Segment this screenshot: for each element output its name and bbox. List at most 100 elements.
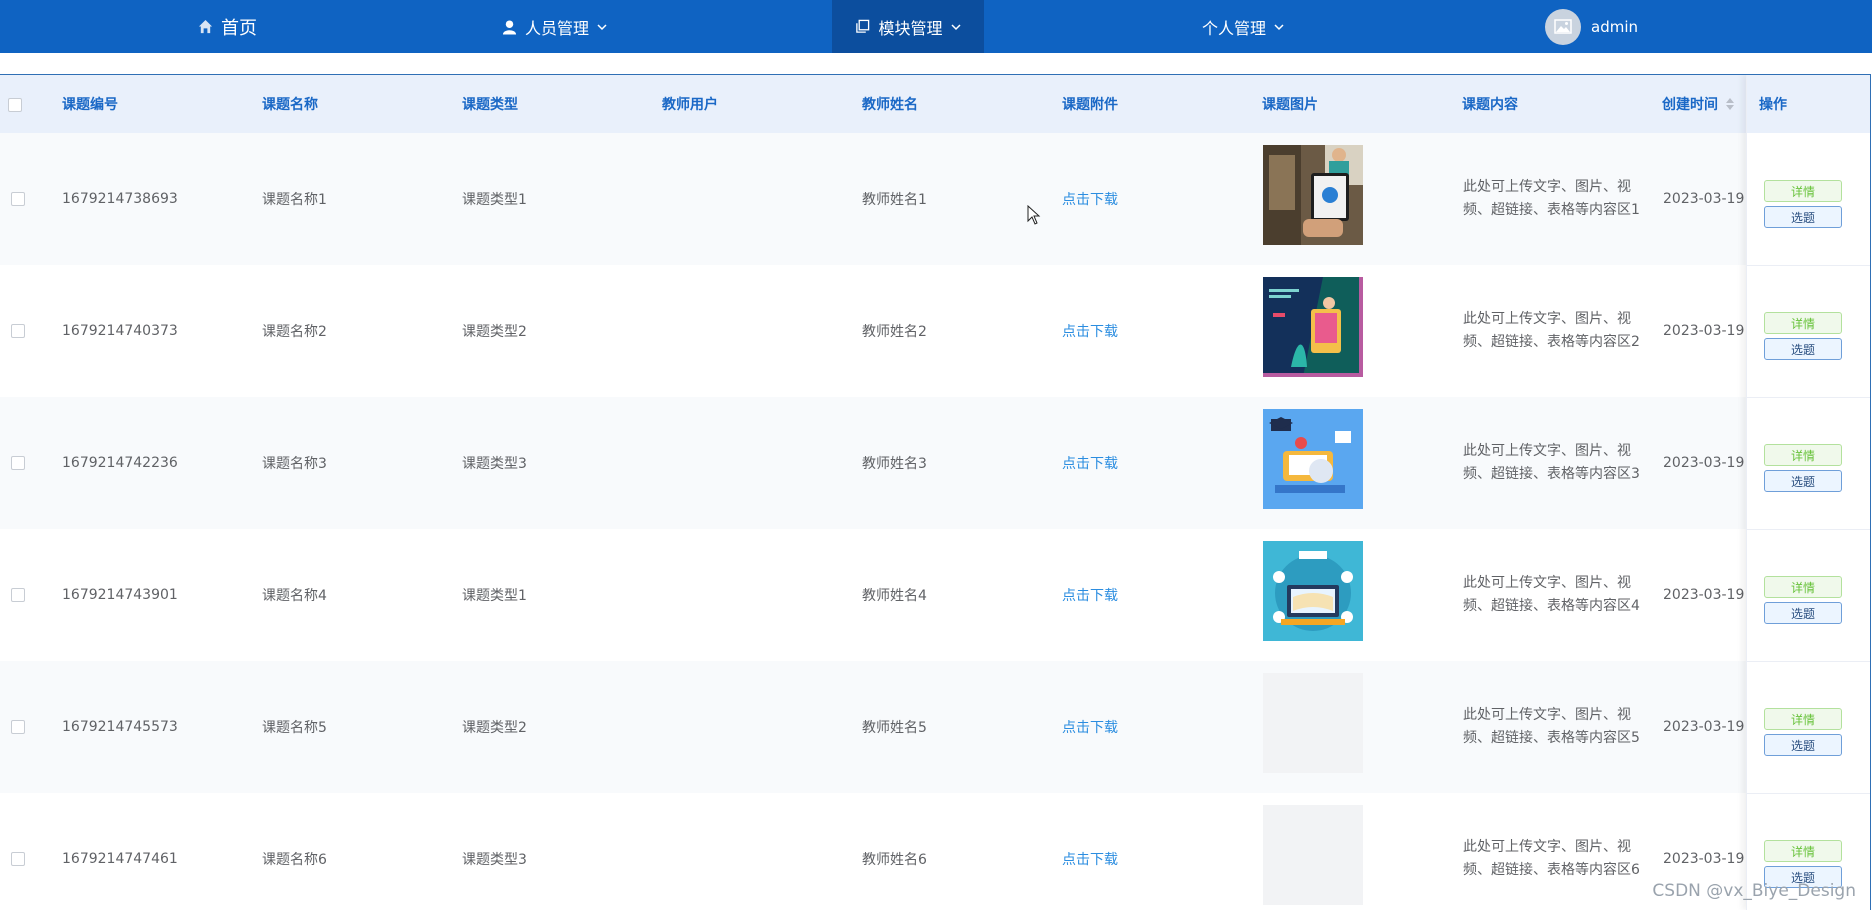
cell-id: 1679214747461 bbox=[62, 851, 178, 867]
avatar bbox=[1545, 8, 1581, 45]
cell-name: 课题名称3 bbox=[262, 456, 327, 472]
nav-personnel-label: 人员管理 bbox=[525, 18, 590, 38]
nav-personnel[interactable]: 人员管理 bbox=[502, 0, 607, 53]
operation-cell: 详情 选题 bbox=[1747, 265, 1870, 398]
cell-content: 此处可上传文字、图片、视频、超链接、表格等内容区2 bbox=[1463, 311, 1640, 350]
cell-name: 课题名称5 bbox=[262, 720, 327, 736]
row-checkbox[interactable] bbox=[11, 852, 25, 866]
nav-user-menu[interactable]: admin bbox=[1545, 0, 1638, 53]
table-row: 1679214747461 课题名称6 课题类型3 教师姓名6 点击下载 此处可… bbox=[0, 793, 1870, 910]
cell-id: 1679214742236 bbox=[62, 455, 178, 471]
operation-cell: 详情 选题 bbox=[1747, 661, 1870, 794]
nav-personal[interactable]: 个人管理 bbox=[1202, 0, 1284, 53]
table-row: 1679214745573 课题名称5 课题类型2 教师姓名5 点击下载 此处可… bbox=[0, 661, 1870, 794]
download-link[interactable]: 点击下载 bbox=[1062, 133, 1118, 265]
image-placeholder-icon bbox=[1554, 19, 1572, 34]
cell-content: 此处可上传文字、图片、视频、超链接、表格等内容区6 bbox=[1463, 839, 1640, 878]
topic-image-placeholder[interactable] bbox=[1263, 673, 1363, 773]
col-image: 课题图片 bbox=[1262, 97, 1318, 113]
cell-created: 2023-03-19 1( bbox=[1663, 587, 1747, 603]
select-topic-button[interactable]: 选题 bbox=[1764, 338, 1842, 360]
nav-personal-label: 个人管理 bbox=[1202, 18, 1267, 38]
cell-type: 课题类型2 bbox=[462, 720, 527, 736]
chevron-down-icon bbox=[597, 23, 607, 30]
col-id: 课题编号 bbox=[62, 97, 118, 113]
cell-name: 课题名称1 bbox=[262, 192, 327, 208]
col-content: 课题内容 bbox=[1462, 97, 1518, 113]
chevron-down-icon bbox=[1274, 23, 1284, 30]
nav-home[interactable]: 首页 bbox=[198, 0, 257, 53]
home-icon bbox=[198, 19, 213, 34]
col-name: 课题名称 bbox=[262, 97, 318, 113]
watermark: CSDN @vx_Biye_Design bbox=[1652, 881, 1856, 901]
username: admin bbox=[1591, 17, 1638, 36]
col-attachment: 课题附件 bbox=[1062, 97, 1118, 113]
col-created-label: 创建时间 bbox=[1662, 97, 1718, 113]
select-all-checkbox[interactable] bbox=[8, 98, 22, 112]
topic-image-illustration bbox=[1263, 541, 1363, 641]
row-checkbox[interactable] bbox=[11, 324, 25, 338]
detail-button[interactable]: 详情 bbox=[1764, 708, 1842, 730]
download-link[interactable]: 点击下载 bbox=[1062, 397, 1118, 529]
download-link[interactable]: 点击下载 bbox=[1062, 793, 1118, 910]
cell-teacher-name: 教师姓名4 bbox=[862, 588, 927, 604]
user-icon bbox=[502, 19, 517, 34]
row-checkbox[interactable] bbox=[11, 456, 25, 470]
mouse-cursor-icon bbox=[1027, 205, 1041, 225]
cell-id: 1679214745573 bbox=[62, 719, 178, 735]
chevron-down-icon bbox=[950, 23, 961, 30]
select-topic-button[interactable]: 选题 bbox=[1764, 206, 1842, 228]
detail-button[interactable]: 详情 bbox=[1764, 840, 1842, 862]
topic-image-placeholder[interactable] bbox=[1263, 805, 1363, 905]
top-nav: 首页 人员管理 模块管理 个人管理 admin bbox=[0, 0, 1872, 53]
cell-content: 此处可上传文字、图片、视频、超链接、表格等内容区3 bbox=[1463, 443, 1640, 482]
sort-icon[interactable] bbox=[1726, 98, 1734, 110]
cell-teacher-name: 教师姓名1 bbox=[862, 192, 927, 208]
topic-image[interactable] bbox=[1263, 409, 1363, 509]
detail-button[interactable]: 详情 bbox=[1764, 444, 1842, 466]
col-teacher-user: 教师用户 bbox=[662, 97, 718, 113]
download-link[interactable]: 点击下载 bbox=[1062, 529, 1118, 661]
cell-content: 此处可上传文字、图片、视频、超链接、表格等内容区4 bbox=[1463, 575, 1640, 614]
col-action: 操作 bbox=[1747, 75, 1870, 133]
select-topic-button[interactable]: 选题 bbox=[1764, 470, 1842, 492]
nav-modules-label: 模块管理 bbox=[878, 18, 943, 38]
detail-button[interactable]: 详情 bbox=[1764, 312, 1842, 334]
table-row: 1679214743901 课题名称4 课题类型1 教师姓名4 点击下载 此处可… bbox=[0, 529, 1870, 662]
cell-teacher-name: 教师姓名5 bbox=[862, 720, 927, 736]
col-created[interactable]: 创建时间 bbox=[1662, 75, 1734, 133]
cell-created: 2023-03-19 1( bbox=[1663, 323, 1747, 339]
cell-id: 1679214743901 bbox=[62, 587, 178, 603]
row-checkbox[interactable] bbox=[11, 588, 25, 602]
table-header: 课题编号 课题名称 课题类型 教师用户 教师姓名 课题附件 课题图片 课题内容 … bbox=[0, 75, 1870, 133]
topic-image-illustration bbox=[1263, 277, 1363, 377]
col-type: 课题类型 bbox=[462, 97, 518, 113]
cell-id: 1679214738693 bbox=[62, 191, 178, 207]
topic-image[interactable] bbox=[1263, 145, 1363, 245]
cell-teacher-name: 教师姓名3 bbox=[862, 456, 927, 472]
topic-image[interactable] bbox=[1263, 277, 1363, 377]
topic-table: 课题编号 课题名称 课题类型 教师用户 教师姓名 课题附件 课题图片 课题内容 … bbox=[0, 74, 1871, 910]
cell-created: 2023-03-19 1( bbox=[1663, 455, 1747, 471]
cell-name: 课题名称4 bbox=[262, 588, 327, 604]
cell-type: 课题类型1 bbox=[462, 192, 527, 208]
operation-cell: 详情 选题 bbox=[1747, 529, 1870, 662]
cell-created: 2023-03-19 1( bbox=[1663, 191, 1747, 207]
cell-type: 课题类型3 bbox=[462, 852, 527, 868]
table-row: 1679214740373 课题名称2 课题类型2 教师姓名2 点击下载 此处可… bbox=[0, 265, 1870, 398]
download-link[interactable]: 点击下载 bbox=[1062, 661, 1118, 793]
select-topic-button[interactable]: 选题 bbox=[1764, 602, 1842, 624]
cell-teacher-name: 教师姓名2 bbox=[862, 324, 927, 340]
operation-column: 操作 详情 选题 详情 选题 详情 选题 详情 选题 详情 选题 详情 选题 bbox=[1746, 75, 1870, 910]
topic-image[interactable] bbox=[1263, 541, 1363, 641]
cell-type: 课题类型2 bbox=[462, 324, 527, 340]
operation-cell: 详情 选题 bbox=[1747, 397, 1870, 530]
cell-type: 课题类型3 bbox=[462, 456, 527, 472]
row-checkbox[interactable] bbox=[11, 720, 25, 734]
detail-button[interactable]: 详情 bbox=[1764, 576, 1842, 598]
nav-modules[interactable]: 模块管理 bbox=[832, 0, 984, 53]
select-topic-button[interactable]: 选题 bbox=[1764, 734, 1842, 756]
detail-button[interactable]: 详情 bbox=[1764, 180, 1842, 202]
download-link[interactable]: 点击下载 bbox=[1062, 265, 1118, 397]
row-checkbox[interactable] bbox=[11, 192, 25, 206]
